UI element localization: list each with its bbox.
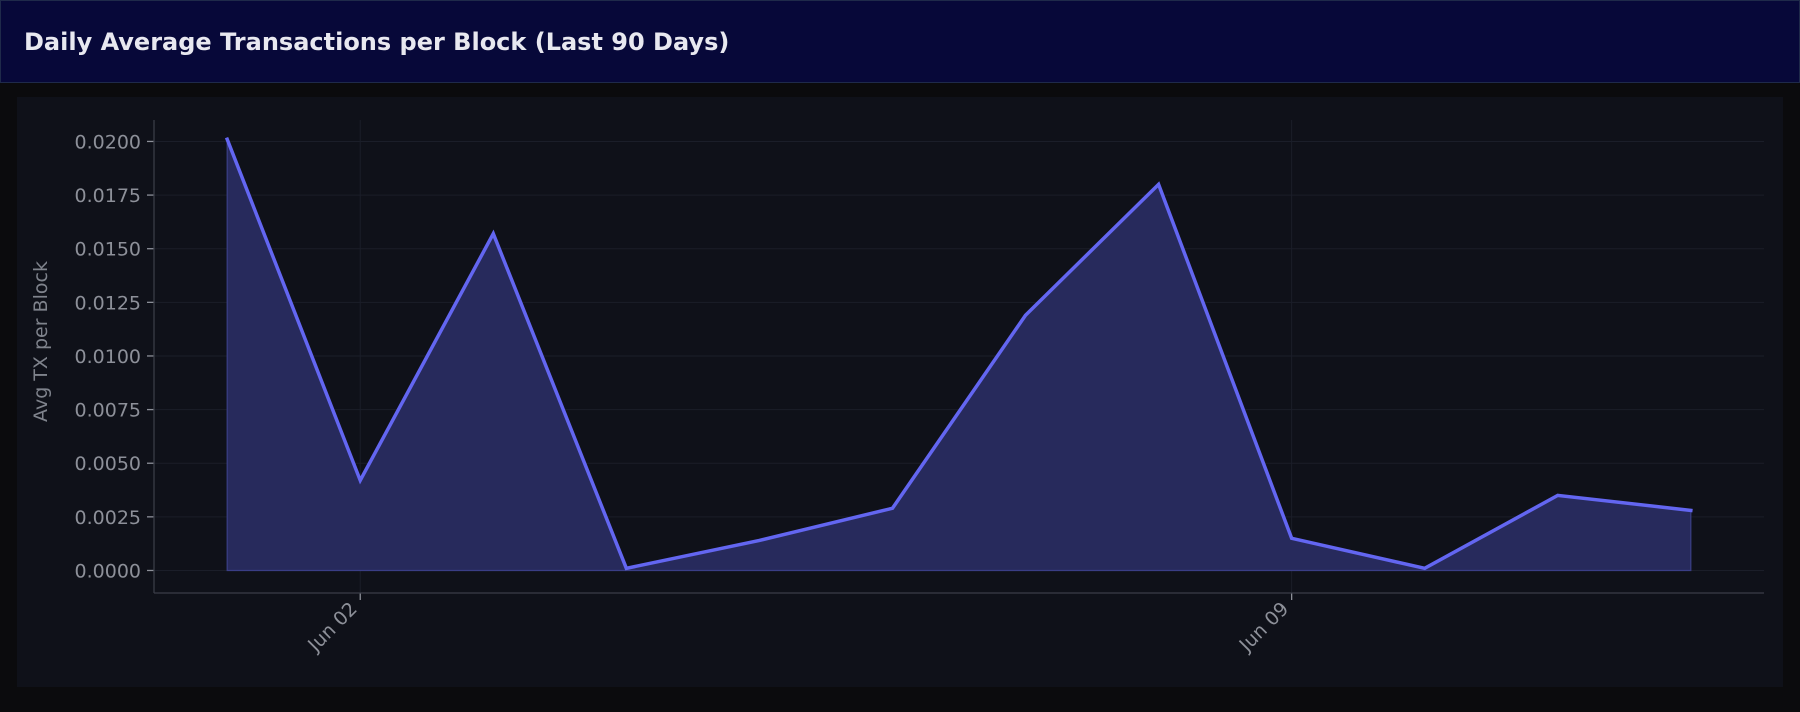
data-point-2024-06-04 [624, 566, 628, 570]
y-axis-label: Avg TX per Block [30, 261, 52, 422]
data-point-2024-06-06 [890, 506, 894, 510]
data-point-2024-06-08 [1157, 182, 1161, 186]
chart-header: Daily Average Transactions per Block (La… [0, 0, 1800, 83]
y-tick-label: 0.0000 [75, 560, 141, 582]
data-point-2024-06-10 [1423, 566, 1427, 570]
x-tick-label: Jun 09 [1235, 598, 1294, 657]
y-tick-label: 0.0025 [75, 507, 141, 529]
data-point-2024-06-03 [491, 232, 495, 236]
y-tick-label: 0.0075 [75, 400, 141, 422]
data-point-2024-06-05 [757, 538, 761, 542]
chart-title: Daily Average Transactions per Block (La… [24, 28, 730, 56]
data-point-2024-06-09 [1290, 536, 1294, 540]
area-fill [226, 139, 1692, 572]
y-tick-label: 0.0200 [75, 131, 141, 153]
data-point-2024-06-01 [225, 137, 229, 141]
x-tick-label: Jun 02 [303, 598, 362, 657]
area-chart: 0.0000 0.0025 0.0050 0.0075 0.0100 0.0125 0.01… [30, 120, 1764, 657]
data-point-2024-06-12 [1689, 508, 1693, 512]
data-point-2024-06-07 [1024, 313, 1028, 317]
data-point-2024-06-11 [1556, 493, 1560, 497]
data-point-2024-06-02 [358, 478, 362, 482]
y-tick-label: 0.0150 [75, 239, 141, 261]
y-tick-label: 0.0175 [75, 185, 141, 207]
y-tick-label: 0.0050 [75, 453, 141, 475]
y-tick-label: 0.0125 [75, 292, 141, 314]
y-tick-label: 0.0100 [75, 346, 141, 368]
chart-panel: 0.0000 0.0025 0.0050 0.0075 0.0100 0.0125 0.01… [17, 97, 1783, 687]
